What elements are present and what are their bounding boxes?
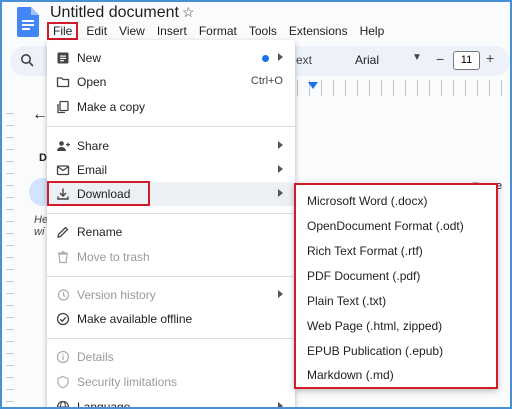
menu-item-open[interactable]: Open Ctrl+O (47, 70, 295, 94)
file-menu: New Open Ctrl+O Make a copy Share Email … (47, 40, 295, 407)
pencil-icon (56, 225, 70, 239)
globe-icon (56, 400, 70, 407)
shield-icon (56, 375, 70, 389)
decrease-font-size-button[interactable]: − (436, 51, 444, 67)
search-icon[interactable] (20, 53, 34, 67)
menu-edit[interactable]: Edit (80, 22, 113, 40)
menu-divider (47, 338, 295, 339)
menu-item-rename[interactable]: Rename (47, 220, 295, 244)
menu-item-details[interactable]: Details (47, 345, 295, 369)
new-document-icon (56, 51, 70, 65)
download-highlight-box (47, 181, 150, 206)
menu-divider (47, 276, 295, 277)
download-epub[interactable]: EPUB Publication (.epub) (296, 339, 496, 363)
copy-icon (56, 100, 70, 114)
info-icon (56, 350, 70, 364)
increase-font-size-button[interactable]: + (486, 50, 494, 66)
menu-extensions[interactable]: Extensions (283, 22, 354, 40)
menu-divider (47, 213, 295, 214)
menu-item-security-limitations[interactable]: Security limitations (47, 370, 295, 394)
mail-icon (56, 163, 70, 177)
download-docx[interactable]: Microsoft Word (.docx) (296, 189, 496, 213)
star-icon[interactable]: ☆ (182, 4, 195, 21)
menu-item-make-copy[interactable]: Make a copy (47, 95, 295, 119)
back-arrow-icon[interactable]: ← (32, 106, 48, 124)
new-indicator-dot (262, 55, 269, 62)
menu-view[interactable]: View (113, 22, 151, 40)
chevron-right-icon (278, 141, 283, 149)
text-style-select[interactable]: ext (296, 53, 312, 67)
menu-item-version-history[interactable]: Version history (47, 283, 295, 307)
menu-file[interactable]: File (47, 22, 79, 40)
download-md[interactable]: Markdown (.md) (296, 363, 496, 387)
menu-item-new[interactable]: New (47, 46, 295, 70)
menu-help[interactable]: Help (354, 22, 391, 40)
document-title[interactable]: Untitled document (50, 4, 179, 22)
download-submenu: Microsoft Word (.docx) OpenDocument Form… (294, 183, 498, 389)
chevron-right-icon (278, 189, 283, 197)
menu-item-make-offline[interactable]: Make available offline (47, 307, 295, 331)
menu-item-move-to-trash[interactable]: Move to trash (47, 245, 295, 269)
menu-insert[interactable]: Insert (151, 22, 193, 40)
font-select[interactable]: Arial (355, 53, 379, 67)
chevron-right-icon (278, 290, 283, 298)
chevron-right-icon (278, 53, 283, 61)
download-rtf[interactable]: Rich Text Format (.rtf) (296, 239, 496, 263)
font-size-input[interactable]: 11 (453, 51, 480, 70)
download-txt[interactable]: Plain Text (.txt) (296, 289, 496, 313)
history-icon (56, 288, 70, 302)
docs-logo-icon[interactable] (17, 7, 39, 37)
add-person-icon (56, 139, 70, 153)
trash-icon (56, 250, 70, 264)
menu-tools[interactable]: Tools (243, 22, 283, 40)
vertical-ruler (6, 102, 14, 402)
menubar: File Edit View Insert Format Tools Exten… (47, 22, 390, 40)
offline-check-icon (56, 312, 70, 326)
indent-marker[interactable] (308, 82, 318, 89)
menu-item-language[interactable]: Language (47, 395, 295, 407)
app-window: Untitled document ☆ File Edit View Inser… (0, 0, 512, 409)
horizontal-ruler (297, 80, 510, 96)
folder-icon (56, 75, 70, 89)
chevron-down-icon[interactable]: ▼ (412, 52, 422, 63)
menu-item-share[interactable]: Share (47, 134, 295, 158)
page-text-fragment: He (34, 214, 49, 226)
menu-format[interactable]: Format (193, 22, 243, 40)
download-odt[interactable]: OpenDocument Format (.odt) (296, 214, 496, 238)
chevron-right-icon (278, 402, 283, 407)
download-pdf[interactable]: PDF Document (.pdf) (296, 264, 496, 288)
menu-divider (47, 126, 295, 127)
outline-heading-fragment: D (39, 152, 47, 164)
menu-item-email[interactable]: Email (47, 158, 295, 182)
download-html[interactable]: Web Page (.html, zipped) (296, 314, 496, 338)
page-text-fragment: wi (34, 226, 45, 238)
chevron-right-icon (278, 165, 283, 173)
